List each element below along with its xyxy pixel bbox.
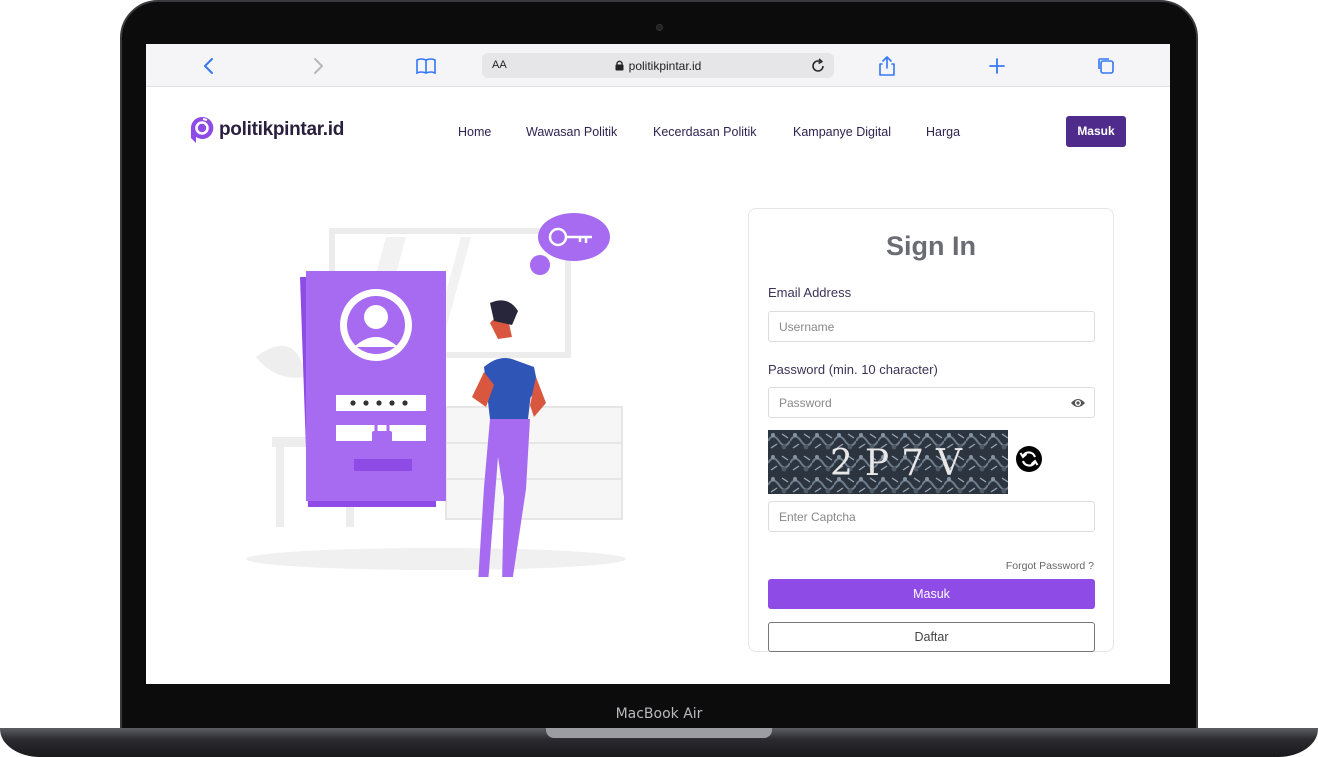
browser-screen: AA politikpintar.id politikpintar.id Hom… — [146, 44, 1170, 684]
password-field[interactable]: Password — [768, 387, 1095, 418]
url-display[interactable]: politikpintar.id — [482, 59, 834, 74]
captcha-image: 2P7V — [768, 430, 1008, 494]
reload-icon[interactable] — [810, 56, 826, 78]
bookmarks-icon[interactable] — [414, 54, 438, 78]
password-label: Password (min. 10 character) — [768, 362, 938, 377]
brand-name: politikpintar.id — [219, 119, 345, 140]
laptop-notch — [546, 728, 772, 738]
signin-card: Sign In Email Address Username Password … — [748, 208, 1114, 652]
address-bar[interactable]: AA politikpintar.id — [482, 53, 834, 78]
refresh-captcha-icon[interactable] — [1015, 445, 1043, 473]
register-button[interactable]: Daftar — [768, 622, 1095, 652]
show-password-icon[interactable] — [1070, 396, 1086, 410]
signin-submit-button[interactable]: Masuk — [768, 579, 1095, 609]
tabs-icon[interactable] — [1094, 54, 1118, 78]
nav-kampanye-digital[interactable]: Kampanye Digital — [793, 125, 891, 139]
forgot-password-link[interactable]: Forgot Password ? — [1006, 560, 1094, 572]
nav-harga[interactable]: Harga — [926, 125, 960, 139]
nav-home[interactable]: Home — [458, 125, 491, 139]
lock-icon — [615, 60, 624, 74]
forward-icon[interactable] — [306, 54, 330, 78]
login-illustration — [246, 213, 626, 577]
nav-wawasan-politik[interactable]: Wawasan Politik — [526, 125, 617, 139]
site-logo[interactable]: politikpintar.id — [190, 116, 344, 144]
email-label: Email Address — [768, 285, 852, 300]
captcha-field[interactable]: Enter Captcha — [768, 501, 1095, 532]
url-text: politikpintar.id — [628, 59, 702, 73]
camera-icon — [656, 24, 663, 31]
back-icon[interactable] — [197, 54, 221, 78]
password-placeholder: Password — [779, 396, 832, 410]
logo-mark-icon — [191, 116, 214, 143]
share-icon[interactable] — [875, 54, 899, 78]
signin-title: Sign In — [886, 231, 976, 261]
device-label: MacBook Air — [615, 706, 703, 722]
captcha-placeholder: Enter Captcha — [779, 510, 856, 524]
header-login-button[interactable]: Masuk — [1066, 116, 1126, 147]
email-placeholder: Username — [779, 320, 835, 334]
new-tab-icon[interactable] — [985, 54, 1009, 78]
email-field[interactable]: Username — [768, 311, 1095, 342]
nav-kecerdasan-politik[interactable]: Kecerdasan Politik — [653, 125, 757, 139]
captcha-text: 2P7V — [830, 443, 974, 484]
browser-toolbar: AA politikpintar.id — [146, 44, 1170, 87]
